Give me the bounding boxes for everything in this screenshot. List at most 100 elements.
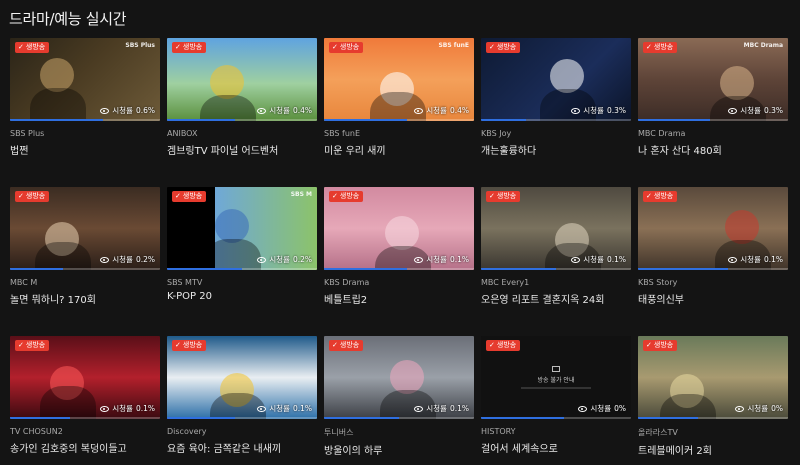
progress-fill — [481, 268, 556, 270]
eye-icon — [414, 107, 424, 114]
program-title[interactable]: 겜브링TV 파이널 어드벤처 — [167, 142, 317, 157]
channel-thumbnail[interactable]: ✓ 생방송 시청률 0.3% — [481, 38, 631, 121]
channel-card[interactable]: ✓ 생방송 SBS Plus 시청률 0.6% SBS Plus 법쩐 — [10, 38, 160, 187]
broadcast-progress-bar — [167, 268, 317, 270]
progress-fill — [167, 268, 242, 270]
program-title[interactable]: 트레블메이커 2회 — [638, 442, 788, 457]
scene-body — [200, 95, 256, 121]
rating-label: 시청률 — [112, 404, 133, 413]
rating-indicator: 시청률 0.6% — [100, 105, 155, 116]
rating-indicator: 시청률 0% — [578, 403, 626, 414]
channel-card[interactable]: 방송 불가 안내 ✓ 생방송 시청률 0% HISTORY 걸어서 세계속으로 — [481, 336, 631, 465]
channel-card[interactable]: ✓ 생방송 MBC Drama 시청률 0.3% MBC Drama 나 혼자 산다 480… — [638, 38, 788, 187]
channel-thumbnail[interactable]: ✓ 생방송 시청률 0.1% — [324, 336, 474, 419]
channel-thumbnail[interactable]: ✓ 생방송 시청률 0.2% — [10, 187, 160, 270]
broadcast-progress-bar — [638, 119, 788, 121]
rating-label: 시청률 — [269, 404, 290, 413]
check-icon: ✓ — [332, 341, 338, 349]
progress-fill — [324, 268, 407, 270]
page-title: 드라마/예능 실시간 — [9, 10, 127, 28]
eye-icon — [257, 405, 267, 412]
rating-indicator: 시청률 0.1% — [414, 254, 469, 265]
channel-thumbnail[interactable]: ✓ 생방송 시청률 0% — [638, 336, 788, 419]
channel-thumbnail[interactable]: ✓ 생방송 SBS funE 시청률 0.4% — [324, 38, 474, 121]
channel-card[interactable]: ✓ 생방송 SBS funE 시청률 0.4% SBS funE 미운 우리 새끼 — [324, 38, 474, 187]
rating-value: 0.6% — [135, 106, 155, 115]
channel-card[interactable]: ✓ 생방송 시청률 0.1% TV CHOSUN2 송가인 김호중의 복덩이들고 — [10, 336, 160, 465]
live-badge: ✓ 생방송 — [329, 42, 364, 53]
channel-name: MBC M — [10, 278, 38, 287]
program-title[interactable]: 놀면 뭐하니? 170회 — [10, 291, 160, 306]
channel-card[interactable]: ✓ 생방송 시청률 0.1% KBS Drama 베틀트립2 — [324, 187, 474, 336]
program-title[interactable]: 나 혼자 산다 480회 — [638, 142, 788, 157]
live-label: 생방송 — [653, 341, 674, 349]
channel-card[interactable]: ✓ 생방송 시청률 0.1% MBC Every1 오은영 리포트 결혼지옥 24회 — [481, 187, 631, 336]
program-title[interactable]: 걸어서 세계속으로 — [481, 440, 631, 455]
channel-name: SBS Plus — [10, 129, 45, 138]
program-title[interactable]: 오은영 리포트 결혼지옥 24회 — [481, 291, 631, 306]
rating-label: 시청률 — [583, 106, 604, 115]
program-title[interactable]: 법쩐 — [10, 142, 160, 157]
rating-label: 시청률 — [269, 255, 290, 264]
program-title[interactable]: 미운 우리 새끼 — [324, 142, 474, 157]
channel-name: TV CHOSUN2 — [10, 427, 63, 436]
broadcast-progress-bar — [481, 119, 631, 121]
program-title[interactable]: 요즘 육아: 금쪽같은 내새끼 — [167, 440, 317, 455]
rating-label: 시청률 — [426, 106, 447, 115]
channel-card[interactable]: ✓ 생방송 시청률 0.3% KBS Joy 개는훌륭하다 — [481, 38, 631, 187]
live-label: 생방송 — [496, 43, 517, 51]
rating-label: 시청률 — [740, 106, 761, 115]
program-title[interactable]: 방울이의 하루 — [324, 442, 474, 457]
channel-thumbnail[interactable]: ✓ 생방송 시청률 0.1% — [324, 187, 474, 270]
channel-thumbnail[interactable]: ✓ 생방송 SBS M 시청률 0.2% — [167, 187, 317, 270]
channel-thumbnail[interactable]: ✓ 생방송 시청률 0.1% — [10, 336, 160, 419]
live-label: 생방송 — [182, 192, 203, 200]
channel-thumbnail[interactable]: 방송 불가 안내 ✓ 생방송 시청률 0% — [481, 336, 631, 419]
scene-figure — [385, 216, 419, 250]
channel-card[interactable]: ✓ 생방송 SBS M 시청률 0.2% SBS MTV K-POP 20 — [167, 187, 317, 336]
progress-fill — [167, 119, 235, 121]
rating-indicator: 시청률 0.3% — [571, 105, 626, 116]
rating-value: 0% — [771, 404, 783, 413]
channel-thumbnail[interactable]: ✓ 생방송 시청률 0.4% — [167, 38, 317, 121]
check-icon: ✓ — [646, 192, 652, 200]
rating-label: 시청률 — [426, 255, 447, 264]
channel-name: Discovery — [167, 427, 207, 436]
channel-card[interactable]: ✓ 생방송 시청률 0.1% KBS Story 태풍의신부 — [638, 187, 788, 336]
channel-card[interactable]: ✓ 생방송 시청률 0% 올라라스TV 트레블메이커 2회 — [638, 336, 788, 465]
channel-thumbnail[interactable]: ✓ 생방송 MBC Drama 시청률 0.3% — [638, 38, 788, 121]
channel-card[interactable]: ✓ 생방송 시청률 0.1% Discovery 요즘 육아: 금쪽같은 내새끼 — [167, 336, 317, 465]
live-label: 생방송 — [182, 341, 203, 349]
eye-icon — [257, 107, 267, 114]
rating-value: 0% — [614, 404, 626, 413]
program-title[interactable]: K-POP 20 — [167, 291, 317, 302]
progress-fill — [638, 417, 698, 419]
channel-card[interactable]: ✓ 생방송 시청률 0.2% MBC M 놀면 뭐하니? 170회 — [10, 187, 160, 336]
live-badge: ✓ 생방송 — [15, 42, 50, 53]
rating-indicator: 시청률 0.1% — [257, 403, 312, 414]
unavailable-text: 방송 불가 안내 — [537, 377, 575, 384]
rating-indicator: 시청률 0% — [735, 403, 783, 414]
program-title[interactable]: 송가인 김호중의 복덩이들고 — [10, 440, 160, 455]
live-channel-grid: ✓ 생방송 SBS Plus 시청률 0.6% SBS Plus 법쩐 ✓ 생방송 시청률 0.4%… — [10, 38, 790, 465]
broadcast-progress-bar — [638, 268, 788, 270]
channel-thumbnail[interactable]: ✓ 생방송 시청률 0.1% — [638, 187, 788, 270]
channel-card[interactable]: ✓ 생방송 시청률 0.1% 투니버스 방울이의 하루 — [324, 336, 474, 465]
rating-value: 0.3% — [606, 106, 626, 115]
program-title[interactable]: 개는훌륭하다 — [481, 142, 631, 157]
channel-thumbnail[interactable]: ✓ 생방송 SBS Plus 시청률 0.6% — [10, 38, 160, 121]
scene-figure — [210, 65, 244, 99]
channel-thumbnail[interactable]: ✓ 생방송 시청률 0.1% — [481, 187, 631, 270]
channel-thumbnail[interactable]: ✓ 생방송 시청률 0.1% — [167, 336, 317, 419]
live-badge: ✓ 생방송 — [15, 340, 50, 351]
program-title[interactable]: 태풍의신부 — [638, 291, 788, 306]
eye-icon — [735, 405, 745, 412]
live-badge: ✓ 생방송 — [329, 340, 364, 351]
channel-card[interactable]: ✓ 생방송 시청률 0.4% ANIBOX 겜브링TV 파이널 어드벤처 — [167, 38, 317, 187]
broadcast-progress-bar — [10, 417, 160, 419]
program-title[interactable]: 베틀트립2 — [324, 291, 474, 306]
check-icon: ✓ — [332, 43, 338, 51]
progress-fill — [481, 119, 526, 121]
rating-value: 0.4% — [449, 106, 469, 115]
progress-fill — [324, 417, 399, 419]
